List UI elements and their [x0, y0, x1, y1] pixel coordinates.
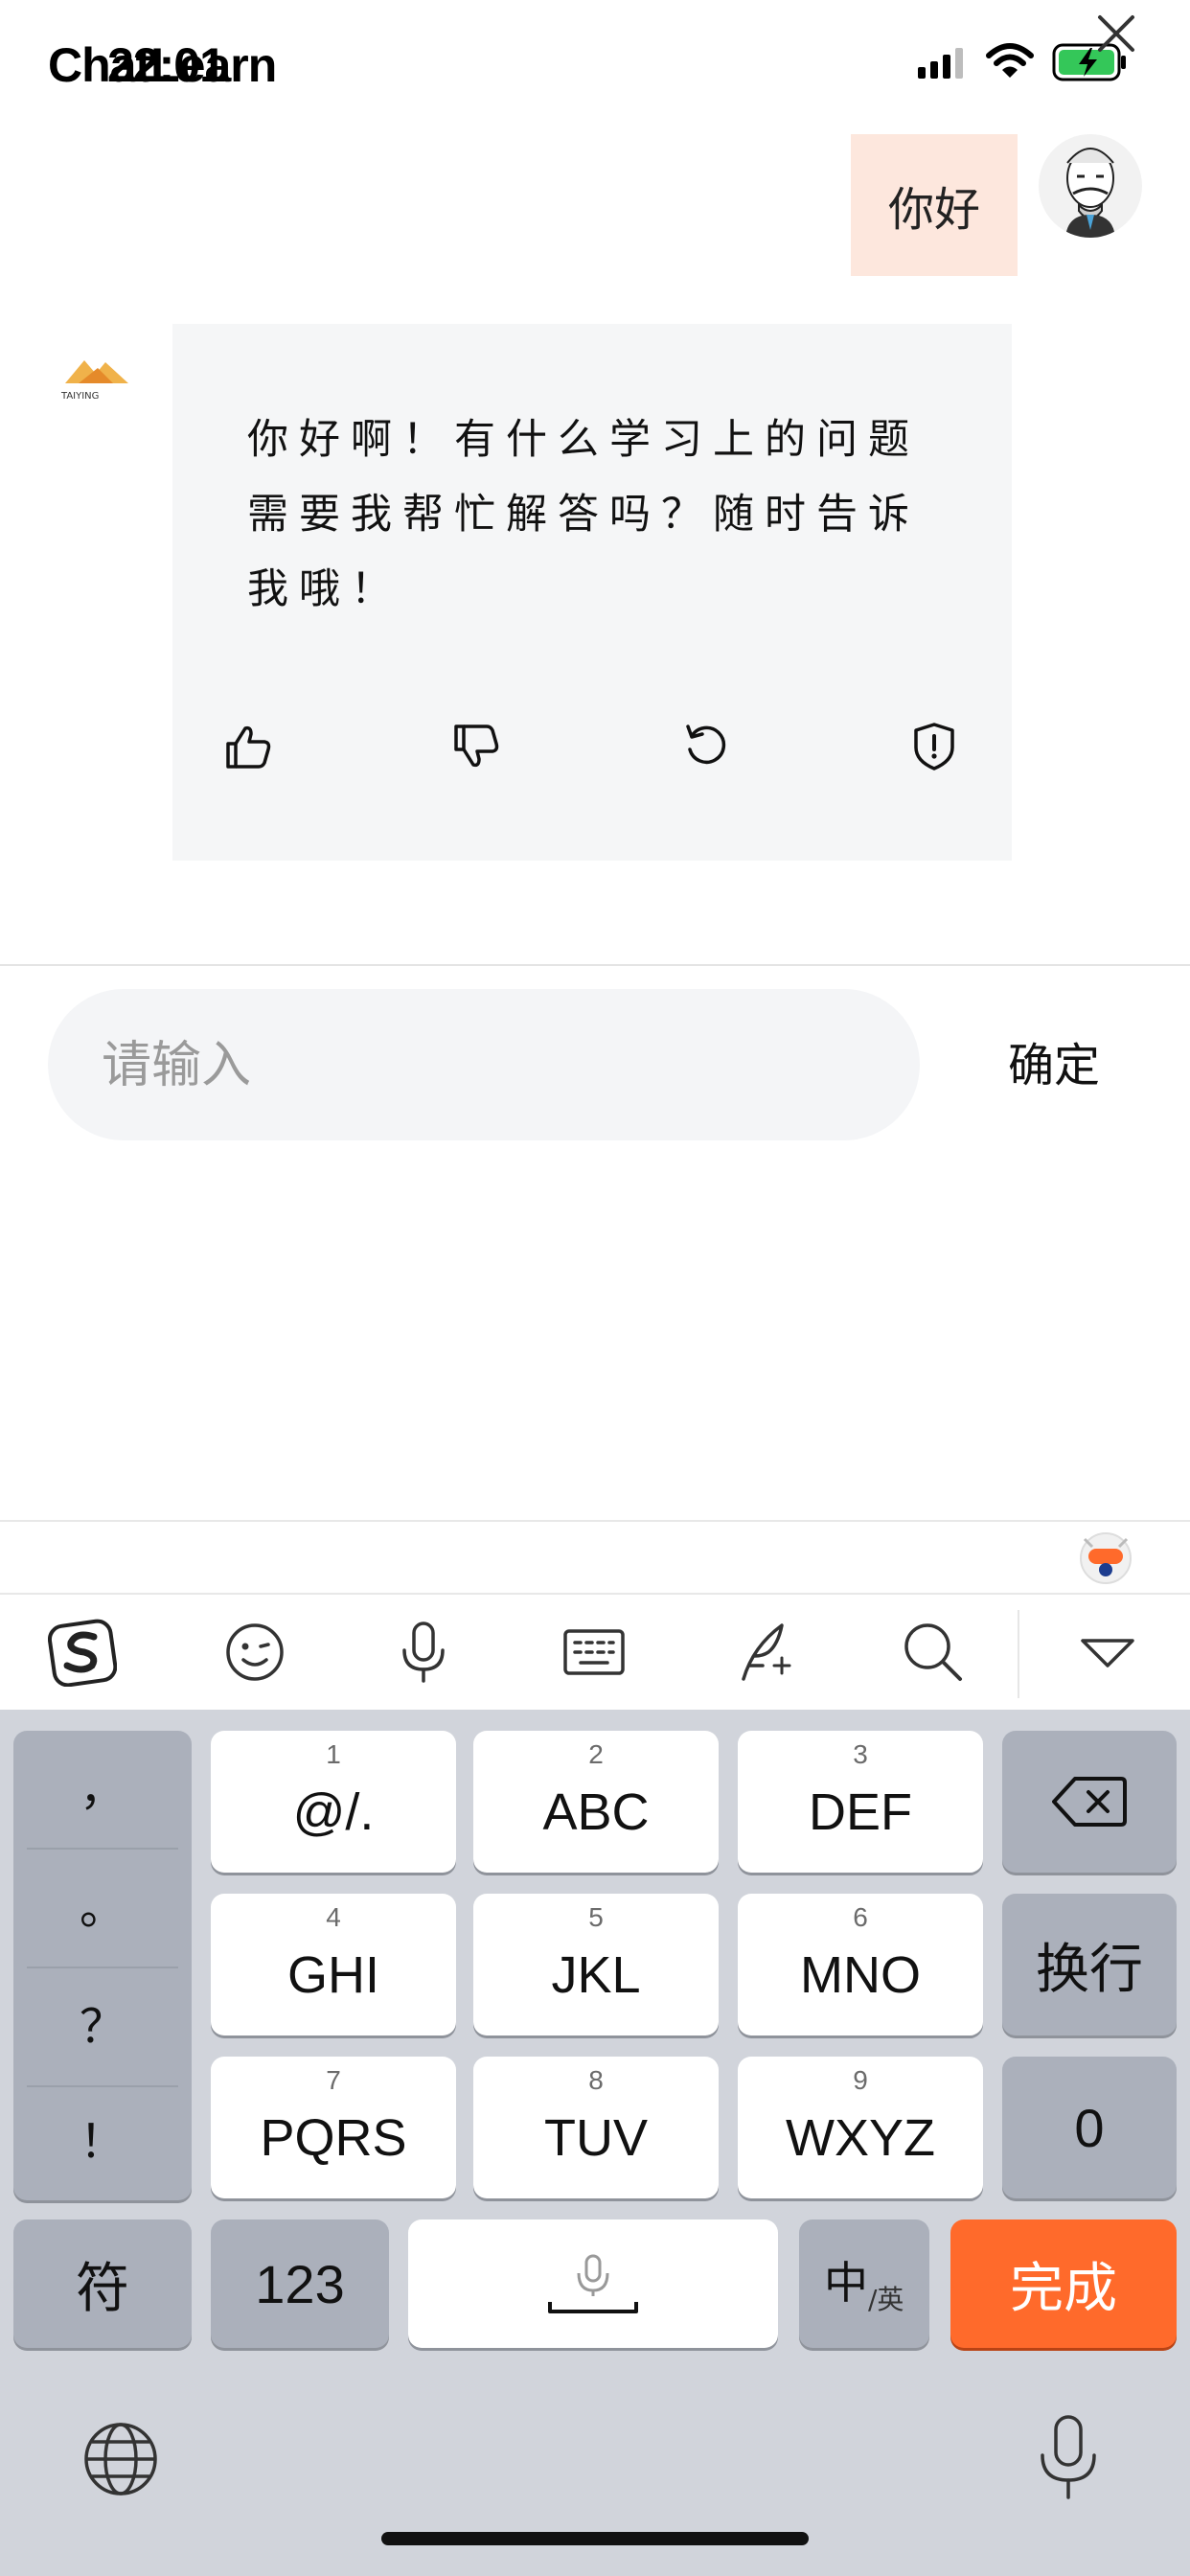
- key-number: 3: [853, 1739, 868, 1769]
- thumbs-up-icon[interactable]: [222, 721, 274, 772]
- regenerate-icon[interactable]: [680, 721, 732, 772]
- key-letters: WXYZ: [786, 2109, 935, 2167]
- key-letters: PQRS: [260, 2109, 407, 2167]
- punct-key-period[interactable]: 。: [13, 1850, 192, 1966]
- toolbar-separator: [1018, 1610, 1019, 1698]
- language-main-label: 中: [824, 2257, 868, 2309]
- space-mic-icon: [548, 2254, 638, 2313]
- divider: [0, 1593, 1190, 1595]
- report-icon[interactable]: [908, 721, 960, 772]
- search-icon[interactable]: [899, 1618, 968, 1687]
- confirm-button[interactable]: 确定: [977, 1025, 1131, 1106]
- collapse-keyboard-icon[interactable]: [1073, 1618, 1142, 1687]
- bot-logo: TAIYING: [56, 345, 140, 402]
- key-number: 4: [326, 1902, 341, 1932]
- symbols-key[interactable]: 符: [13, 2220, 192, 2348]
- key-letters: TUV: [544, 2109, 648, 2167]
- key-letters: DEF: [809, 1783, 912, 1841]
- close-icon[interactable]: [1092, 10, 1140, 58]
- message-input[interactable]: [100, 989, 889, 1142]
- language-sub-label: /英: [868, 2284, 904, 2315]
- user-message-bubble: 你好: [851, 134, 1018, 276]
- divider: [0, 1520, 1190, 1522]
- newline-label: 换行: [1036, 1938, 1143, 1999]
- punct-key-exclamation[interactable]: ！: [13, 2083, 192, 2200]
- punct-key-comma[interactable]: ，: [13, 1731, 192, 1848]
- backspace-icon: [1052, 1777, 1127, 1827]
- key-number: 9: [853, 2065, 868, 2095]
- key-6[interactable]: 6 MNO: [738, 1894, 983, 2036]
- key-letters: @/.: [292, 1783, 375, 1841]
- keyboard-layout-icon[interactable]: [560, 1618, 629, 1687]
- key-number: 5: [588, 1902, 604, 1932]
- key-3[interactable]: 3 DEF: [738, 1731, 983, 1873]
- key-8[interactable]: 8 TUV: [473, 2057, 719, 2198]
- newline-key[interactable]: 换行: [1002, 1894, 1177, 2036]
- svg-text:TAIYING: TAIYING: [60, 391, 99, 402]
- punctuation-column: ， 。 ？ ！: [13, 1731, 192, 2200]
- done-key[interactable]: 完成: [950, 2220, 1177, 2348]
- key-letters: ABC: [542, 1783, 650, 1841]
- backspace-key[interactable]: [1002, 1731, 1177, 1873]
- divider: [0, 964, 1190, 966]
- wifi-icon: [986, 43, 1034, 78]
- key-2[interactable]: 2 ABC: [473, 1731, 719, 1873]
- user-avatar[interactable]: [1039, 134, 1142, 238]
- thumbs-down-icon[interactable]: [450, 721, 502, 772]
- key-7[interactable]: 7 PQRS: [211, 2057, 456, 2198]
- key-letters: JKL: [551, 1946, 641, 2004]
- key-5[interactable]: 5 JKL: [473, 1894, 719, 2036]
- bot-message-text: 你好啊！有什么学习上的问题需要我帮忙解答吗？随时告诉我哦！: [247, 416, 920, 613]
- numbers-label: 123: [255, 2253, 345, 2314]
- voice-input-icon[interactable]: [389, 1618, 458, 1687]
- key-number: 7: [326, 2065, 341, 2095]
- status-bar: ChatLearn 22:01: [0, 0, 1190, 134]
- key-number: 2: [588, 1739, 604, 1769]
- key-0[interactable]: 0: [1002, 2057, 1177, 2198]
- key-1[interactable]: 1 @/.: [211, 1731, 456, 1873]
- status-time: 22:01: [107, 38, 226, 92]
- keyboard-mascot-icon[interactable]: [1075, 1526, 1136, 1587]
- key-zero-label: 0: [1074, 2097, 1105, 2158]
- punct-key-question[interactable]: ？: [13, 1968, 192, 2085]
- cellular-signal-icon: [918, 48, 963, 79]
- numbers-key[interactable]: 123: [211, 2220, 389, 2348]
- key-number: 6: [853, 1902, 868, 1932]
- home-indicator[interactable]: [381, 2532, 809, 2545]
- key-number: 8: [588, 2065, 604, 2095]
- emoji-icon[interactable]: [220, 1618, 289, 1687]
- key-4[interactable]: 4 GHI: [211, 1894, 456, 2036]
- handwriting-icon[interactable]: [730, 1618, 799, 1687]
- key-9[interactable]: 9 WXYZ: [738, 2057, 983, 2198]
- dictation-mic-icon[interactable]: [1033, 2413, 1104, 2501]
- globe-icon[interactable]: [82, 2421, 159, 2497]
- key-letters: MNO: [800, 1946, 921, 2004]
- language-switch-key[interactable]: 中 /英: [799, 2220, 929, 2348]
- done-label: 完成: [1010, 2257, 1117, 2318]
- key-letters: GHI: [286, 1946, 379, 2004]
- message-input-container: [48, 989, 920, 1142]
- sogou-logo-icon[interactable]: [48, 1618, 117, 1687]
- symbols-label: 符: [76, 2257, 129, 2318]
- key-number: 1: [326, 1739, 341, 1769]
- space-key[interactable]: [408, 2220, 778, 2348]
